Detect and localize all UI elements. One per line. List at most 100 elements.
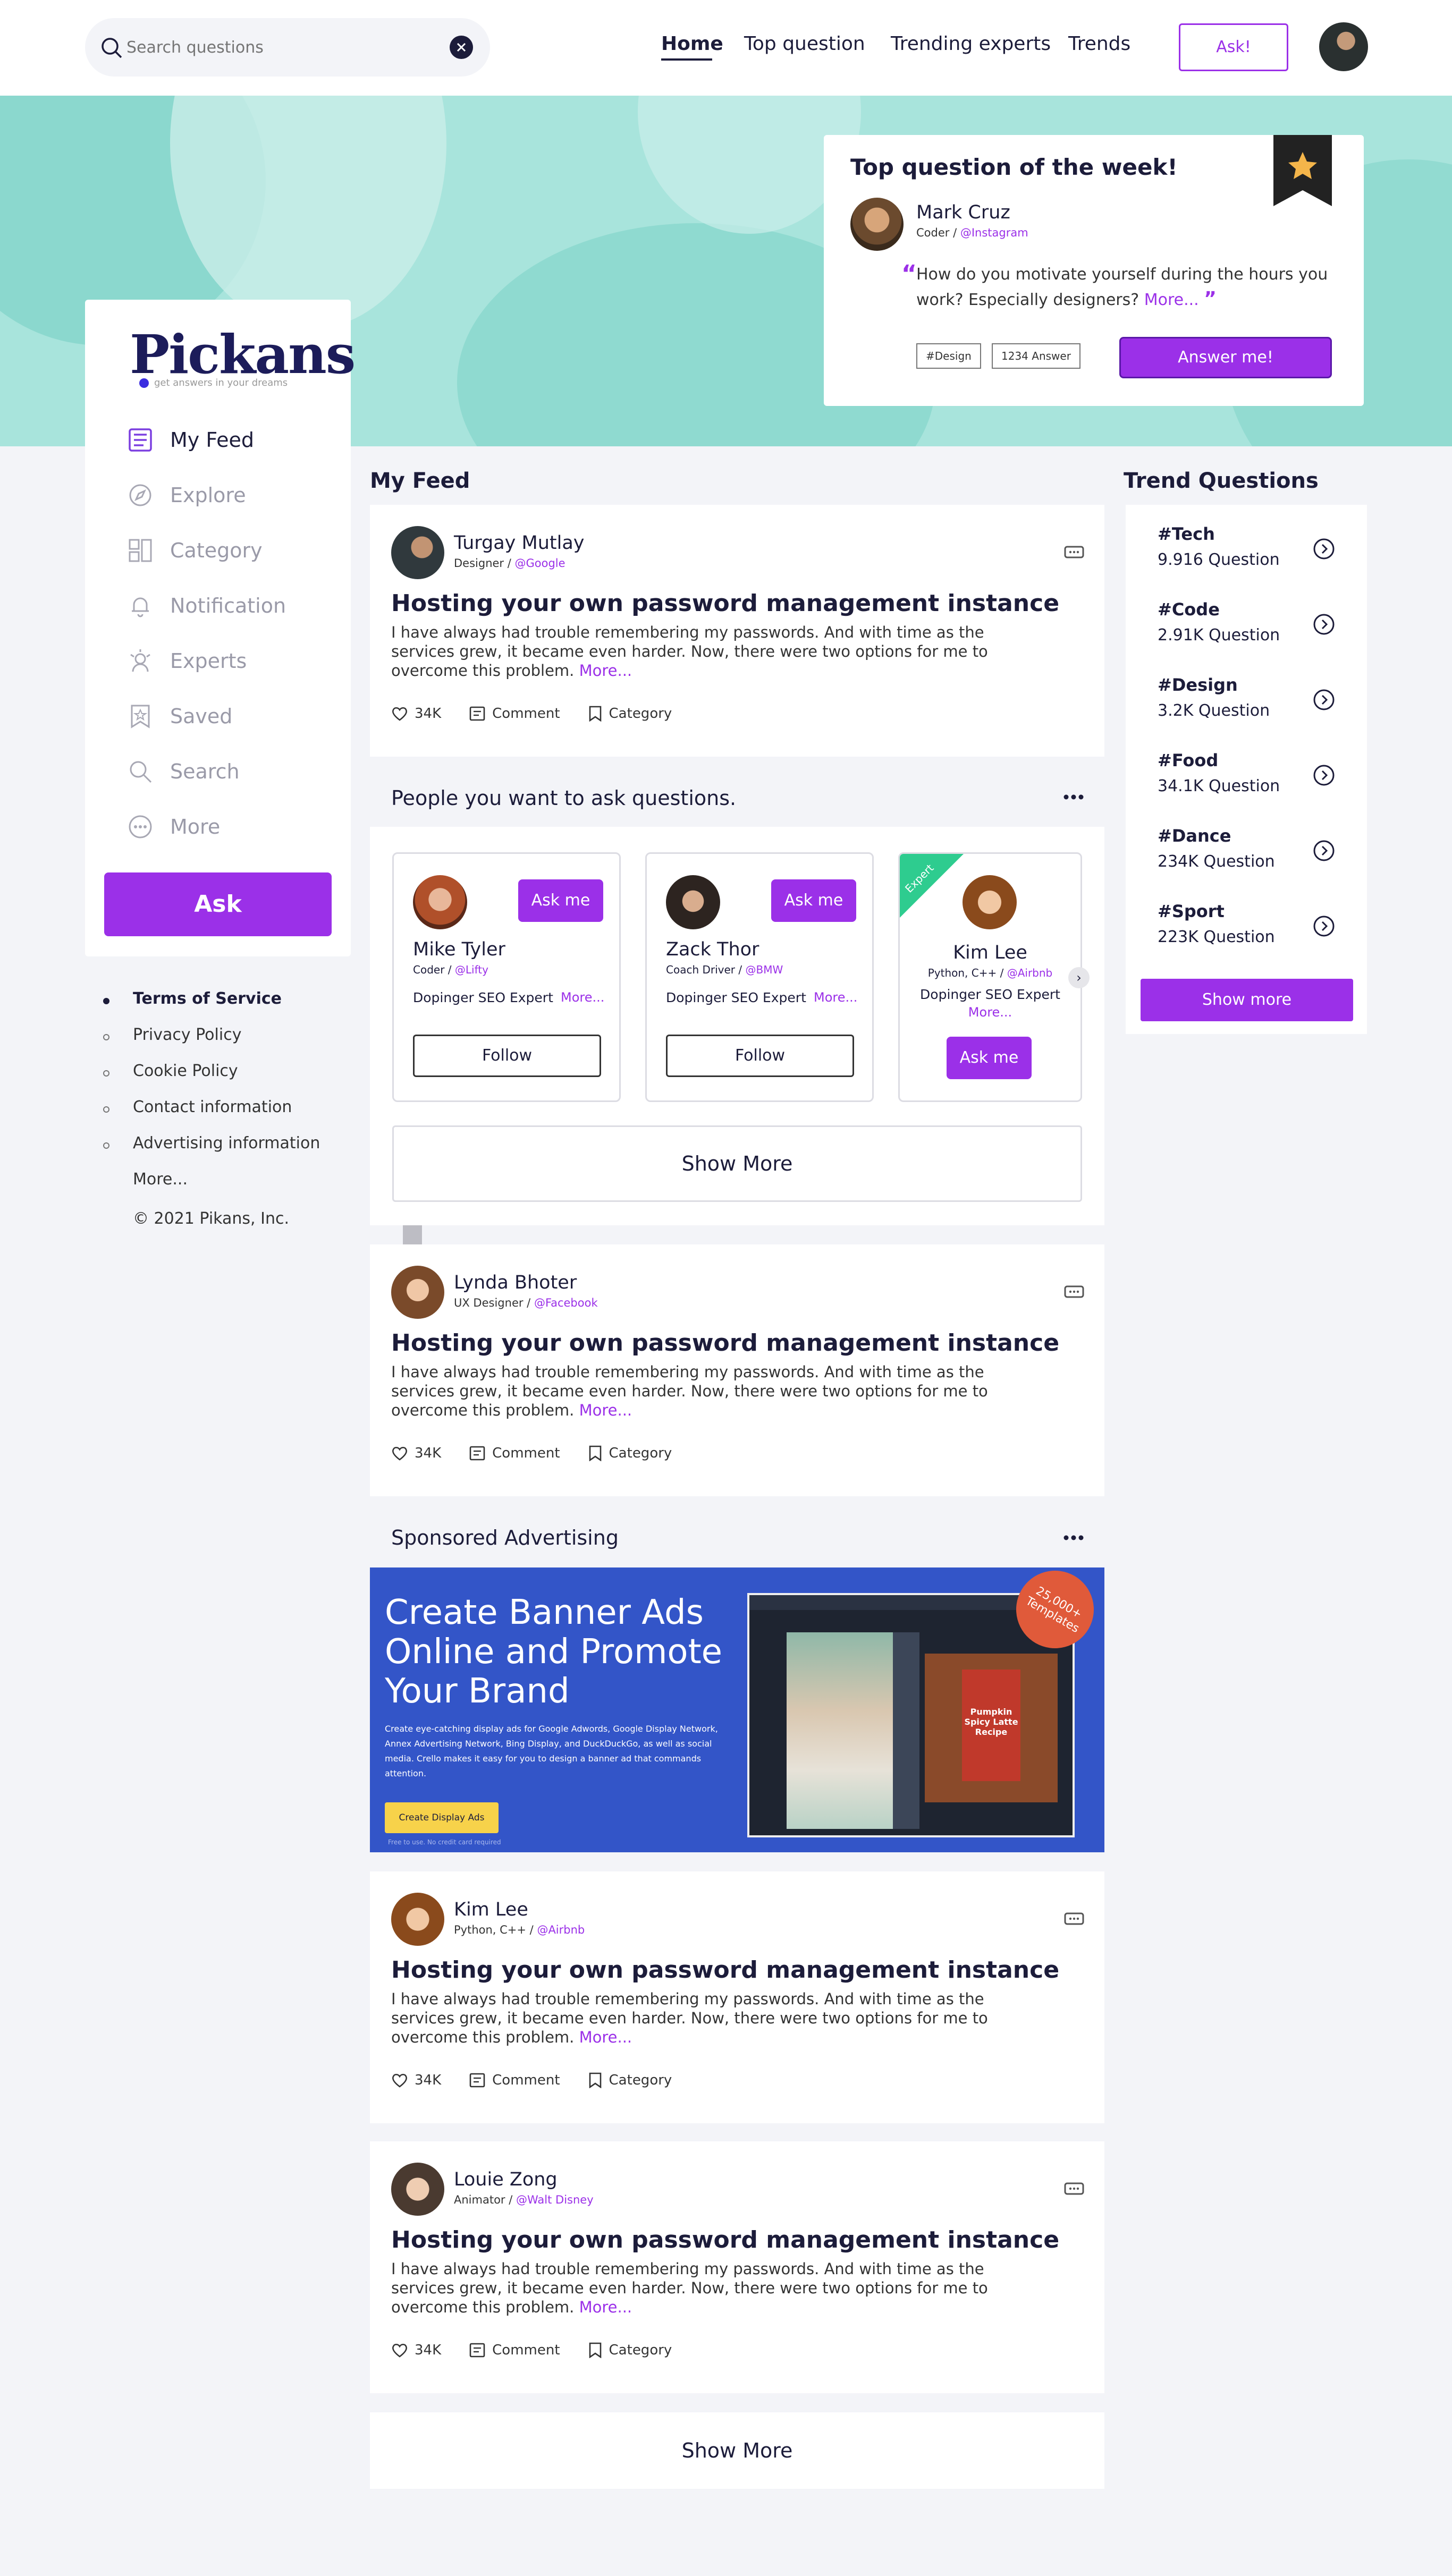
category-button[interactable]: Category — [588, 2342, 672, 2358]
person-avatar[interactable] — [963, 875, 1017, 929]
footer-cookie-link[interactable]: Cookie Policy — [133, 1062, 238, 1080]
post-title[interactable]: Hosting your own password management ins… — [391, 2226, 1059, 2253]
sidebar-item-search[interactable]: Search — [128, 756, 240, 787]
trends-show-more-button[interactable]: Show more — [1141, 979, 1353, 1021]
sidebar-item-experts[interactable]: Experts — [128, 645, 247, 677]
comment-button[interactable]: Comment — [469, 2072, 560, 2088]
scroll-thumb[interactable] — [403, 1225, 422, 1244]
nav-trends[interactable]: Trends — [1068, 33, 1130, 55]
author-handle[interactable]: @Instagram — [960, 226, 1028, 239]
trend-item[interactable]: #Sport 223K Question — [1126, 901, 1367, 969]
person-more-link[interactable]: More... — [561, 990, 604, 1005]
ask-button[interactable]: Ask — [104, 872, 332, 936]
footer-more-link[interactable]: More... — [133, 1170, 188, 1189]
comment-button[interactable]: Comment — [469, 1445, 560, 1461]
question-more-link[interactable]: More... — [1144, 291, 1199, 309]
person-handle[interactable]: @Lifty — [455, 963, 488, 976]
like-button[interactable]: 34K — [391, 2342, 441, 2358]
sidebar-item-explore[interactable]: Explore — [128, 479, 246, 511]
comment-button[interactable]: Comment — [469, 2342, 560, 2358]
post-options-icon[interactable] — [1064, 545, 1084, 559]
post-author-handle[interactable]: @Walt Disney — [516, 2193, 594, 2206]
person-more-link[interactable]: More... — [900, 1005, 1080, 1020]
person-handle[interactable]: @Airbnb — [1007, 967, 1053, 979]
trend-item[interactable]: #Food 34.1K Question — [1126, 750, 1367, 818]
post-author-name[interactable]: Lynda Bhoter — [454, 1272, 577, 1293]
ask-me-button[interactable]: Ask me — [947, 1037, 1032, 1079]
post-more-link[interactable]: More... — [579, 2028, 632, 2046]
person-name[interactable]: Mike Tyler — [413, 939, 505, 960]
chevron-right-circle-icon[interactable] — [1313, 915, 1335, 937]
comment-button[interactable]: Comment — [469, 706, 560, 722]
sidebar-item-notification[interactable]: Notification — [128, 590, 286, 622]
nav-trending-experts[interactable]: Trending experts — [891, 33, 1051, 55]
post-author-avatar[interactable] — [391, 1266, 444, 1319]
tag-chip[interactable]: #Design — [916, 343, 981, 369]
follow-button[interactable]: Follow — [413, 1035, 601, 1077]
nav-top-question[interactable]: Top question — [744, 33, 865, 55]
feed-show-more-button[interactable]: Show More — [370, 2412, 1104, 2489]
chevron-right-circle-icon[interactable] — [1313, 764, 1335, 786]
chevron-right-circle-icon[interactable] — [1313, 689, 1335, 711]
person-name[interactable]: Zack Thor — [666, 939, 759, 960]
trend-item[interactable]: #Dance 234K Question — [1126, 826, 1367, 894]
footer-privacy-link[interactable]: Privacy Policy — [133, 1026, 241, 1044]
follow-button[interactable]: Follow — [666, 1035, 854, 1077]
footer-advertising-link[interactable]: Advertising information — [133, 1134, 320, 1153]
like-button[interactable]: 34K — [391, 706, 441, 722]
post-title[interactable]: Hosting your own password management ins… — [391, 1329, 1059, 1357]
ad-banner[interactable]: Create Banner Ads Online and Promote You… — [370, 1567, 1104, 1852]
search-bar[interactable] — [85, 18, 490, 77]
answer-me-button[interactable]: Answer me! — [1119, 337, 1332, 378]
person-handle[interactable]: @BMW — [745, 963, 783, 976]
nav-home[interactable]: Home — [661, 33, 723, 55]
post-more-link[interactable]: More... — [579, 1401, 632, 1419]
user-avatar[interactable] — [1319, 22, 1368, 71]
like-button[interactable]: 34K — [391, 1445, 441, 1461]
footer-contact-link[interactable]: Contact information — [133, 1098, 292, 1116]
pickans-logo[interactable]: Pickans — [130, 323, 356, 386]
person-more-link[interactable]: More... — [814, 990, 857, 1005]
post-author-name[interactable]: Louie Zong — [454, 2169, 558, 2190]
post-author-handle[interactable]: @Facebook — [534, 1297, 598, 1309]
sidebar-item-category[interactable]: Category — [128, 535, 263, 566]
person-avatar[interactable] — [413, 875, 467, 929]
ask-me-button[interactable]: Ask me — [518, 879, 603, 922]
sidebar-item-more[interactable]: More — [128, 811, 220, 843]
post-author-name[interactable]: Kim Lee — [454, 1899, 528, 1920]
post-title[interactable]: Hosting your own password management ins… — [391, 1956, 1059, 1984]
post-options-icon[interactable] — [1064, 1285, 1084, 1299]
post-options-icon[interactable] — [1064, 1912, 1084, 1926]
people-show-more-button[interactable]: Show More — [392, 1125, 1082, 1202]
person-name[interactable]: Kim Lee — [900, 942, 1080, 963]
author-name[interactable]: Mark Cruz — [916, 202, 1010, 223]
post-author-handle[interactable]: @Airbnb — [537, 1923, 585, 1936]
post-author-avatar[interactable] — [391, 1893, 444, 1946]
post-more-link[interactable]: More... — [579, 662, 632, 680]
more-options-icon[interactable] — [1063, 794, 1084, 800]
post-more-link[interactable]: More... — [579, 2298, 632, 2316]
post-author-handle[interactable]: @Google — [515, 557, 565, 570]
chevron-right-circle-icon[interactable] — [1313, 840, 1335, 862]
post-title[interactable]: Hosting your own password management ins… — [391, 590, 1059, 617]
post-options-icon[interactable] — [1064, 2182, 1084, 2196]
footer-terms-link[interactable]: Terms of Service — [133, 989, 282, 1008]
category-button[interactable]: Category — [588, 706, 672, 722]
chevron-right-circle-icon[interactable] — [1313, 538, 1335, 560]
ad-cta-button[interactable]: Create Display Ads — [385, 1802, 499, 1833]
ask-header-button[interactable]: Ask! — [1179, 23, 1288, 71]
more-options-icon[interactable] — [1063, 1535, 1084, 1541]
person-avatar[interactable] — [666, 875, 720, 929]
category-button[interactable]: Category — [588, 1445, 672, 1461]
trend-item[interactable]: #Design 3.2K Question — [1126, 675, 1367, 743]
post-author-avatar[interactable] — [391, 2163, 444, 2216]
trend-item[interactable]: #Tech 9.916 Question — [1126, 524, 1367, 592]
category-button[interactable]: Category — [588, 2072, 672, 2088]
sidebar-item-my-feed[interactable]: My Feed — [128, 424, 254, 456]
carousel-next-icon[interactable]: › — [1068, 967, 1090, 988]
like-button[interactable]: 34K — [391, 2072, 441, 2088]
search-input[interactable] — [126, 34, 424, 61]
post-author-name[interactable]: Turgay Mutlay — [454, 532, 585, 554]
trend-item[interactable]: #Code 2.91K Question — [1126, 599, 1367, 667]
ask-me-button[interactable]: Ask me — [771, 879, 856, 922]
